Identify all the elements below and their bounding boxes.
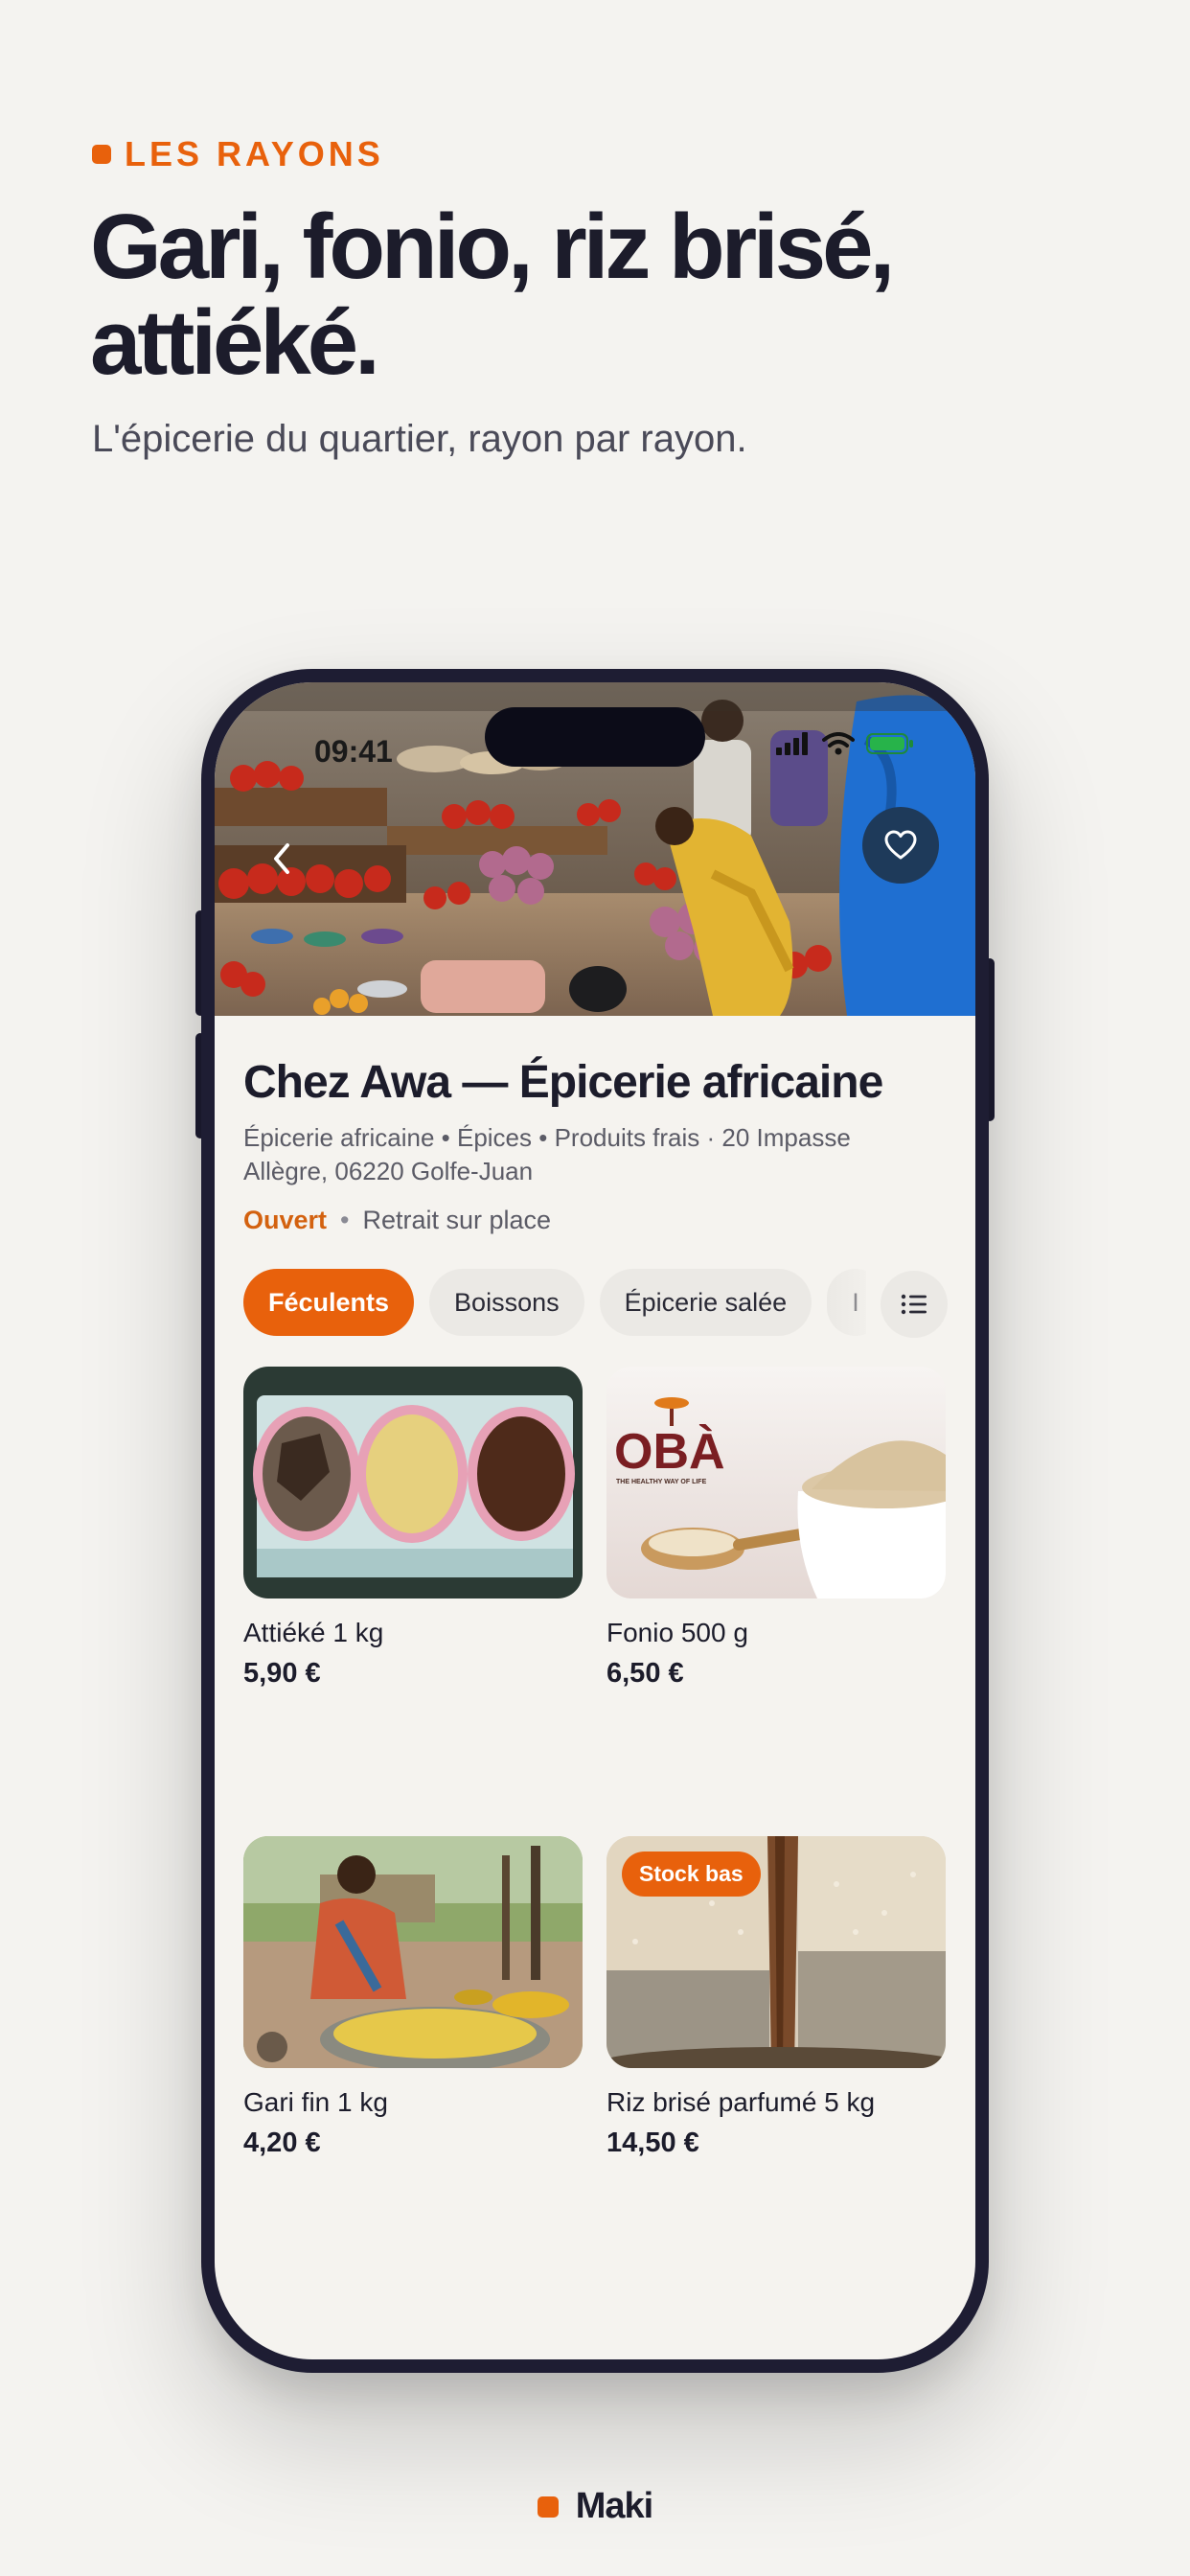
- chevron-left-icon: [274, 843, 289, 874]
- dynamic-island: [485, 707, 705, 767]
- marketing-headline: Gari, fonio, riz brisé, attiéké.: [90, 196, 895, 394]
- product-name: Fonio 500 g: [606, 1618, 748, 1647]
- wifi-icon: [822, 732, 855, 755]
- list-icon: [901, 1294, 927, 1315]
- product-name: Riz brisé parfumé 5 kg: [606, 2087, 876, 2117]
- status-bar-icons: [776, 732, 914, 755]
- product-price: 4,20 €: [243, 2128, 321, 2158]
- open-status: Ouvert: [243, 1206, 328, 1234]
- product-card-fonio[interactable]: OBÀ THE HEALTHY WAY OF LIFE Fonio 500 g …: [606, 1367, 946, 1690]
- product-price: 6,50 €: [606, 1658, 684, 1689]
- chips-fade: [828, 1267, 885, 1340]
- phone-frame: 09:41 Chez Awa — Épicerie africaine Épic…: [201, 669, 989, 2373]
- pickup-option: Retrait sur place: [362, 1206, 552, 1234]
- product-price: 5,90 €: [243, 1658, 321, 1689]
- oba-tagline: THE HEALTHY WAY OF LIFE: [616, 1479, 707, 1485]
- category-chip-epicerie-salee[interactable]: Épicerie salée: [599, 1269, 812, 1336]
- eyebrow-square-icon: [92, 145, 111, 164]
- store-hero-image: 09:41: [215, 682, 975, 1016]
- favorite-button[interactable]: [862, 807, 939, 884]
- low-stock-badge: Stock bas: [622, 1852, 761, 1897]
- product-image-attieke: [243, 1367, 583, 1598]
- marketing-subheadline: L'épicerie du quartier, rayon par rayon.: [92, 418, 747, 460]
- phone-screen: 09:41 Chez Awa — Épicerie africaine Épic…: [215, 682, 975, 2359]
- oba-logo: OBÀ: [614, 1424, 725, 1480]
- back-button[interactable]: [253, 830, 310, 887]
- category-list-button[interactable]: [881, 1271, 948, 1338]
- cellular-signal-icon: [776, 732, 808, 755]
- heart-icon: [884, 830, 917, 860]
- section-eyebrow: LES RAYONS: [92, 134, 384, 174]
- product-card-gari[interactable]: Gari fin 1 kg 4,20 €: [243, 1836, 583, 2159]
- category-chip-boissons[interactable]: Boissons: [429, 1269, 584, 1336]
- product-card-riz-brise[interactable]: Stock bas Riz brisé parfumé 5 kg 14,50 €: [606, 1836, 946, 2159]
- brand-footer: Maki: [0, 2486, 1190, 2527]
- battery-icon: [866, 733, 913, 754]
- category-chips: Féculents Boissons Épicerie salée I: [243, 1269, 866, 1338]
- product-image-fonio: OBÀ THE HEALTHY WAY OF LIFE: [606, 1367, 946, 1598]
- product-card-attieke[interactable]: Attiéké 1 kg 5,90 €: [243, 1367, 583, 1690]
- store-status-row: Ouvert • Retrait sur place: [243, 1206, 551, 1235]
- brand-name: Maki: [575, 2486, 653, 2526]
- product-image-gari: [243, 1836, 583, 2068]
- store-name: Chez Awa — Épicerie africaine: [243, 1057, 883, 1108]
- product-name: Attiéké 1 kg: [243, 1618, 384, 1647]
- eyebrow-label: LES RAYONS: [125, 134, 384, 173]
- category-chip-feculents[interactable]: Féculents: [243, 1269, 415, 1336]
- product-name: Gari fin 1 kg: [243, 2087, 388, 2117]
- product-image-riz-brise: Stock bas: [606, 1836, 946, 2068]
- brand-square-icon: [537, 2496, 559, 2518]
- store-meta: Épicerie africaine • Épices • Produits f…: [243, 1123, 851, 1185]
- product-price: 14,50 €: [606, 2128, 699, 2158]
- status-bar-time: 09:41: [314, 734, 393, 769]
- status-separator: •: [340, 1206, 350, 1234]
